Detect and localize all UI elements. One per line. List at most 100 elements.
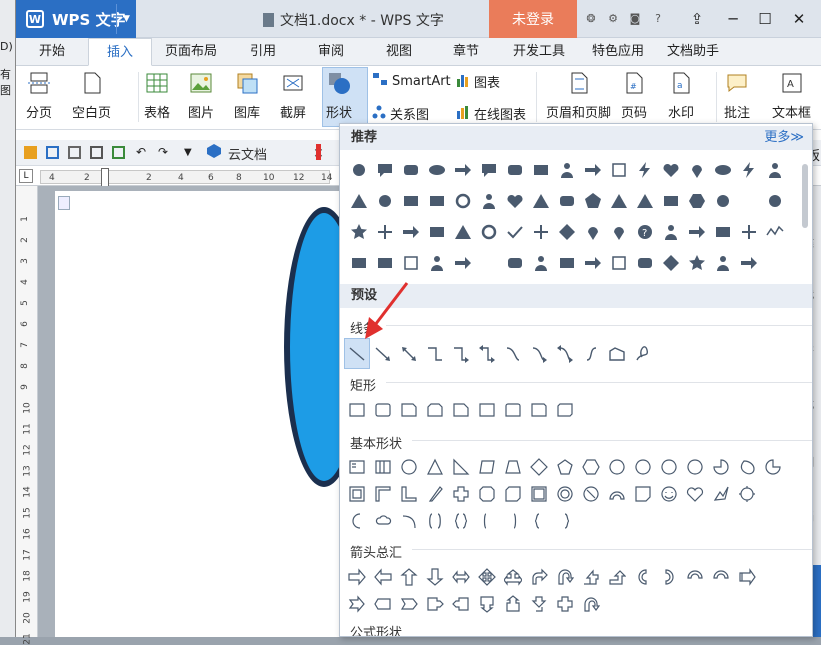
shape-option[interactable] — [476, 247, 502, 278]
tab-stop-selector[interactable]: L — [19, 169, 33, 183]
shape-option[interactable] — [554, 216, 580, 247]
arrow-shape-option[interactable] — [734, 561, 760, 592]
shape-option[interactable] — [710, 247, 736, 278]
tab-layout[interactable]: 页面布局 — [156, 38, 226, 66]
shape-option[interactable] — [372, 216, 398, 247]
redo-icon[interactable]: ↷ — [158, 146, 171, 159]
straight-line-shape[interactable] — [344, 338, 370, 369]
shape-option[interactable] — [658, 154, 684, 185]
line-shape-option[interactable] — [448, 338, 474, 369]
arrow-shape-option[interactable] — [422, 588, 448, 619]
basic-shape-option[interactable] — [370, 505, 396, 536]
shape-option[interactable] — [476, 185, 502, 216]
shape-option[interactable] — [502, 154, 528, 185]
shape-option[interactable] — [736, 154, 762, 185]
shape-option[interactable] — [424, 247, 450, 278]
shape-option[interactable] — [372, 247, 398, 278]
shape-option[interactable] — [346, 216, 372, 247]
shape-option[interactable] — [684, 154, 710, 185]
maximize-button[interactable]: ☐ — [752, 6, 778, 32]
tab-view[interactable]: 视图 — [374, 38, 424, 66]
line-shape-option[interactable] — [474, 338, 500, 369]
tab-references[interactable]: 引用 — [238, 38, 288, 66]
basic-shape-option[interactable] — [604, 478, 630, 509]
shape-option[interactable] — [398, 154, 424, 185]
customize-dropdown-icon[interactable]: ▼ — [184, 146, 197, 159]
shape-option[interactable] — [580, 216, 606, 247]
shape-option[interactable] — [736, 247, 762, 278]
basic-shape-option[interactable] — [526, 505, 552, 536]
shape-option[interactable] — [346, 154, 372, 185]
open-icon[interactable] — [24, 146, 37, 159]
wps-menu-button[interactable]: W WPS 文字 ▼ — [16, 0, 136, 38]
shape-option[interactable] — [684, 247, 710, 278]
shape-option[interactable] — [554, 154, 580, 185]
basic-shape-option[interactable] — [760, 451, 786, 482]
shape-option[interactable] — [450, 247, 476, 278]
chart-button[interactable]: 图表 — [456, 72, 500, 91]
shape-option[interactable] — [476, 216, 502, 247]
basic-shape-option[interactable] — [448, 505, 474, 536]
shape-option[interactable] — [710, 185, 736, 216]
shape-option[interactable] — [632, 247, 658, 278]
shape-option[interactable] — [606, 247, 632, 278]
rect-shape-option[interactable] — [474, 394, 500, 425]
arrow-shape-option[interactable] — [656, 561, 682, 592]
blank-page-button[interactable]: 空白页 — [72, 70, 111, 121]
arrow-shape-option[interactable] — [552, 588, 578, 619]
side-scroll-accent[interactable] — [813, 565, 821, 637]
tab-insert[interactable]: 插入 — [88, 38, 152, 66]
rect-shape-option[interactable] — [396, 394, 422, 425]
shape-option[interactable] — [684, 185, 710, 216]
cloud-doc-tab[interactable]: 云文档 × — [206, 140, 324, 166]
shape-option[interactable] — [528, 247, 554, 278]
basic-shape-option[interactable] — [630, 478, 656, 509]
line-shape-option[interactable] — [630, 338, 656, 369]
feedback-icon[interactable]: ◙ — [628, 12, 642, 26]
shape-option[interactable]: ? — [632, 216, 658, 247]
rect-shape-option[interactable] — [500, 394, 526, 425]
rect-shape-option[interactable] — [448, 394, 474, 425]
shape-option[interactable] — [450, 154, 476, 185]
smartart-button[interactable]: SmartArt — [372, 72, 451, 90]
close-button[interactable]: ✕ — [786, 6, 812, 32]
online-chart-button[interactable]: 在线图表 — [456, 104, 526, 123]
shape-option[interactable] — [736, 216, 762, 247]
arrow-shape-option[interactable] — [604, 561, 630, 592]
rect-shape-option[interactable] — [422, 394, 448, 425]
rect-shape-option[interactable] — [370, 394, 396, 425]
shape-option[interactable] — [762, 154, 788, 185]
page-number-button[interactable]: # 页码 — [621, 70, 647, 121]
dropdown-arrow-icon[interactable]: ▼ — [116, 4, 136, 34]
more-link[interactable]: 更多≫ — [764, 126, 804, 150]
basic-shape-option[interactable] — [500, 505, 526, 536]
shape-option[interactable] — [658, 185, 684, 216]
table-button[interactable]: 表格 — [144, 70, 170, 121]
watermark-button[interactable]: a 水印 — [668, 70, 694, 121]
settings-icon[interactable]: ⚙ — [606, 12, 620, 26]
tab-developer[interactable]: 开发工具 — [504, 38, 574, 66]
shapes-button[interactable]: 形状 — [322, 67, 368, 127]
minimize-button[interactable]: ─ — [720, 6, 746, 32]
export-icon[interactable] — [68, 146, 81, 159]
shape-option[interactable] — [502, 247, 528, 278]
shape-option[interactable] — [554, 185, 580, 216]
basic-shape-option[interactable] — [682, 478, 708, 509]
screenshot-button[interactable]: 截屏 — [280, 70, 306, 121]
shape-option[interactable] — [450, 185, 476, 216]
preview-icon[interactable] — [112, 146, 125, 159]
page-break-button[interactable]: 分页 — [26, 70, 52, 121]
arrow-shape-option[interactable] — [448, 588, 474, 619]
panel-scrollbar[interactable] — [802, 164, 808, 228]
shape-option[interactable] — [762, 216, 788, 247]
undo-icon[interactable]: ↶ — [136, 146, 149, 159]
shape-option[interactable] — [632, 154, 658, 185]
picture-button[interactable]: 图片 — [188, 70, 214, 121]
basic-shape-option[interactable] — [578, 478, 604, 509]
save-icon[interactable] — [46, 146, 59, 159]
basic-shape-option[interactable] — [734, 478, 760, 509]
share-icon[interactable]: ⇪ — [684, 6, 710, 32]
shape-option[interactable] — [372, 154, 398, 185]
shape-option[interactable] — [528, 154, 554, 185]
shape-option[interactable] — [502, 216, 528, 247]
